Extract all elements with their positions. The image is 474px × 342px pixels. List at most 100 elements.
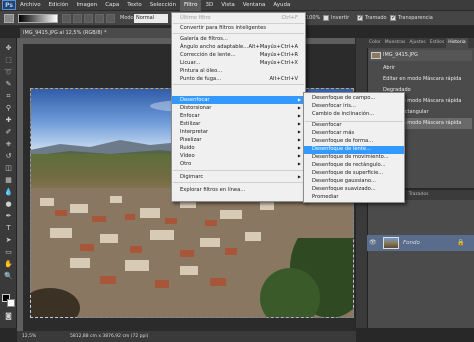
history-item[interactable]: Abrir: [369, 63, 472, 74]
crop-tool-icon[interactable]: ⌗: [3, 92, 14, 101]
filter-menu-item[interactable]: Otro ▶: [172, 160, 305, 168]
blur-submenu-item[interactable]: Desenfoque de forma...: [304, 138, 404, 146]
menu-item-label: Interpretar: [180, 129, 209, 135]
blur-submenu-item[interactable]: Desenfoque de lente...: [304, 146, 404, 154]
menu-item-label: Pintura al óleo...: [180, 68, 223, 74]
blur-submenu-item[interactable]: Cambio de inclinación...: [304, 111, 404, 119]
linear-gradient-button[interactable]: [62, 14, 71, 23]
marquee-tool-icon[interactable]: ⬚: [3, 56, 14, 65]
eye-icon[interactable]: 👁: [369, 239, 377, 246]
menu-item-label: Enfocar: [180, 113, 200, 119]
stamp-tool-icon[interactable]: ⎈: [3, 140, 14, 149]
menu-item-label: Desenfocar: [180, 97, 210, 103]
tab-color[interactable]: Color: [367, 38, 383, 48]
brush-tool-icon[interactable]: ✐: [3, 128, 14, 137]
eraser-tool-icon[interactable]: ◫: [3, 164, 14, 173]
menu-ayuda[interactable]: Ayuda: [269, 0, 294, 11]
menu-archivo[interactable]: Archivo: [16, 0, 45, 11]
tab-ajustes[interactable]: Ajustes: [407, 38, 427, 48]
dither-label: Tramado: [365, 15, 387, 21]
background-color-swatch[interactable]: [7, 299, 15, 307]
reflected-gradient-button[interactable]: [95, 14, 104, 23]
snapshot-label: IMG_9415.JPG: [383, 52, 418, 58]
menu-item-label: Pixelizar: [180, 137, 202, 143]
menu-edicion[interactable]: Edición: [45, 0, 73, 11]
menu-item-label: Otro: [180, 161, 192, 167]
menu-texto[interactable]: Texto: [123, 0, 146, 11]
blur-submenu-item[interactable]: Desenfocar iris...: [304, 103, 404, 111]
document-tab[interactable]: IMG_9415.JPG al 12,5% (RGB/8) *: [20, 28, 180, 38]
dodge-tool-icon[interactable]: ●: [3, 200, 14, 209]
filter-menu-item[interactable]: Digimarc ▶: [172, 173, 305, 181]
menu-imagen[interactable]: Imagen: [72, 0, 101, 11]
invert-checkbox[interactable]: [323, 15, 329, 21]
blur-submenu-item[interactable]: Desenfoque de campo...: [304, 95, 404, 103]
menu-filtro[interactable]: Filtro: [179, 0, 202, 11]
menu-capa[interactable]: Capa: [101, 0, 123, 11]
blur-submenu-item[interactable]: Desenfoque gaussiano...: [304, 178, 404, 186]
menu-item-label: Ruido: [180, 145, 195, 151]
quick-select-tool-icon[interactable]: ✎: [3, 80, 14, 89]
tab-muestras[interactable]: Muestras: [383, 38, 408, 48]
menu-item-shortcut: Ctrl+F: [281, 15, 298, 21]
opacity-value[interactable]: 100%: [306, 15, 320, 21]
history-item[interactable]: Editar en modo Máscara rápida: [369, 74, 472, 85]
mode-select[interactable]: Normal: [134, 14, 168, 23]
menu-vista[interactable]: Vista: [217, 0, 239, 11]
healing-tool-icon[interactable]: ✚: [3, 116, 14, 125]
menu-item-shortcut: Alt+Ctrl+V: [269, 76, 299, 82]
transparency-checkbox[interactable]: [390, 14, 396, 21]
blur-submenu-item[interactable]: Desenfoque de superficie...: [304, 170, 404, 178]
dither-checkbox[interactable]: [357, 14, 363, 21]
path-select-tool-icon[interactable]: ➤: [3, 236, 14, 245]
menu-item-label: Licuar...: [180, 60, 201, 66]
blur-submenu-item[interactable]: Promediar: [304, 194, 404, 202]
blur-submenu-item[interactable]: Desenfoque de rectángulo...: [304, 162, 404, 170]
zoom-tool-icon[interactable]: 🔍: [3, 272, 14, 281]
blur-tool-icon[interactable]: 💧: [3, 188, 14, 197]
history-brush-tool-icon[interactable]: ↺: [3, 152, 14, 161]
gradient-tool-icon[interactable]: [4, 14, 14, 23]
lasso-tool-icon[interactable]: ➰: [3, 68, 14, 77]
gradient-preview[interactable]: [18, 14, 58, 23]
move-tool-icon[interactable]: ✥: [3, 44, 14, 53]
tab-historia[interactable]: Historia: [446, 38, 468, 48]
blur-submenu-item[interactable]: Desenfocar: [304, 122, 404, 130]
layers-panel: [367, 190, 474, 328]
menu-separator: [173, 33, 304, 34]
blur-submenu-item[interactable]: Desenfoque suavizado...: [304, 186, 404, 194]
menu-item-label: Digimarc: [180, 174, 204, 180]
layer-name: Fondo: [403, 240, 420, 246]
shape-tool-icon[interactable]: ▭: [3, 248, 14, 257]
menu-separator: [173, 84, 304, 85]
type-tool-icon[interactable]: T: [3, 224, 14, 233]
menu-ventana[interactable]: Ventana: [239, 0, 270, 11]
menu-item-label: Explorar filtros en línea...: [180, 187, 246, 193]
menu-3d[interactable]: 3D: [201, 0, 217, 11]
tab-trazados[interactable]: Trazados: [407, 190, 431, 200]
zoom-level[interactable]: 12,5%: [22, 334, 36, 339]
history-snapshot[interactable]: IMG_9415.JPG: [369, 50, 472, 61]
diamond-gradient-button[interactable]: [106, 14, 115, 23]
menu-item-label: Vídeo: [180, 153, 195, 159]
layer-thumbnail: [383, 237, 399, 249]
photoshop-logo: Ps: [2, 0, 16, 10]
filter-menu-item[interactable]: Punto de fuga... Alt+Ctrl+V: [172, 75, 305, 83]
lock-icon: 🔒: [457, 239, 465, 246]
document-info: 5812,88 cm x 3876,92 cm (72 ppi): [70, 334, 149, 339]
tab-estilos[interactable]: Estilos: [428, 38, 447, 48]
blur-submenu-item[interactable]: Desenfocar más: [304, 130, 404, 138]
angle-gradient-button[interactable]: [84, 14, 93, 23]
blur-submenu-item[interactable]: Desenfoque de movimiento...: [304, 154, 404, 162]
menu-seleccion[interactable]: Selección: [146, 0, 180, 11]
invert-label: Invertir: [331, 15, 350, 21]
radial-gradient-button[interactable]: [73, 14, 82, 23]
filter-menu-item[interactable]: Último filtro Ctrl+F: [172, 14, 305, 22]
quick-mask-icon[interactable]: ◙: [3, 312, 14, 321]
hand-tool-icon[interactable]: ✋: [3, 260, 14, 269]
pen-tool-icon[interactable]: ✒: [3, 212, 14, 221]
filter-menu-item[interactable]: Convertir para filtros inteligentes: [172, 24, 305, 32]
filter-menu-item[interactable]: Explorar filtros en línea...: [172, 186, 305, 194]
gradient-tool-icon[interactable]: ▦: [3, 176, 14, 185]
eyedropper-tool-icon[interactable]: ⚲: [3, 104, 14, 113]
